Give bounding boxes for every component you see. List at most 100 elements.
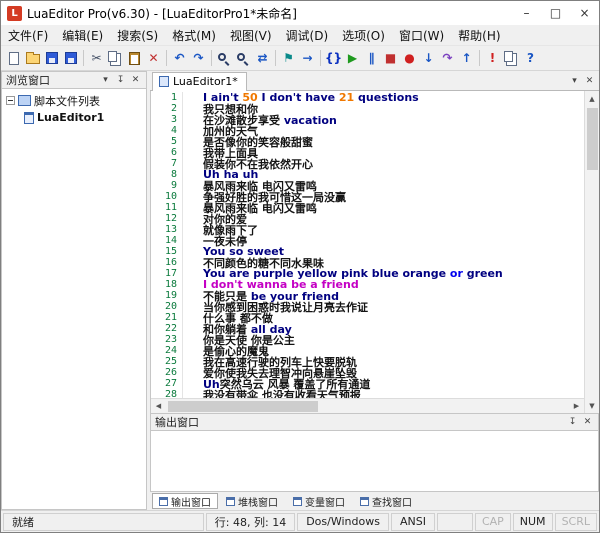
tree-root[interactable]: 脚本文件列表 (2, 92, 146, 109)
window-cascade-icon (504, 51, 513, 62)
save-icon (46, 52, 58, 64)
line-number: 10 (151, 191, 183, 202)
find-icon (218, 53, 226, 61)
new-file-icon[interactable] (4, 48, 23, 68)
menu-item[interactable]: 帮助(H) (451, 25, 507, 46)
delete-icon: ✕ (148, 52, 158, 64)
menu-item[interactable]: 文件(F) (1, 25, 55, 46)
menu-item[interactable]: 调试(D) (279, 25, 336, 46)
menu-item[interactable]: 搜索(S) (110, 25, 165, 46)
window-cascade-icon[interactable] (502, 48, 521, 68)
open-file-icon[interactable] (23, 48, 42, 68)
line-number: 26 (151, 367, 183, 378)
pin-icon[interactable]: ↧ (566, 416, 579, 429)
line-number: 17 (151, 268, 183, 279)
toolbar-separator (166, 50, 167, 66)
bottom-tab-label: 查找窗口 (372, 494, 412, 509)
menu-item[interactable]: 窗口(W) (392, 25, 451, 46)
toolbar-separator (83, 50, 84, 66)
scroll-left-icon[interactable]: ◀ (151, 399, 166, 414)
close-icon[interactable]: ✕ (581, 416, 594, 429)
pause-icon[interactable]: ∥ (362, 48, 381, 68)
status-line-ending: Dos/Windows (297, 513, 389, 531)
undo-icon[interactable]: ↶ (170, 48, 189, 68)
line-number: 7 (151, 158, 183, 169)
editor-tab[interactable]: LuaEditor1* (152, 72, 247, 91)
menu-item[interactable]: 编辑(E) (55, 25, 110, 46)
line-number: 20 (151, 301, 183, 312)
syntax-check-icon[interactable]: {} (324, 48, 343, 68)
find-icon[interactable] (215, 48, 234, 68)
close-icon[interactable]: ✕ (129, 74, 142, 87)
window-controls: – □ × (512, 1, 599, 25)
bottom-tab[interactable]: 变量窗口 (286, 493, 352, 509)
tree-root-label: 脚本文件列表 (34, 93, 100, 109)
find-next-icon[interactable] (234, 48, 253, 68)
script-list-icon (18, 95, 31, 106)
status-spacer (437, 513, 473, 531)
menu-item[interactable]: 格式(M) (165, 25, 223, 46)
status-cap: CAP (475, 513, 511, 531)
tab-close-icon[interactable]: ✕ (583, 74, 596, 87)
bottom-tab[interactable]: 堆栈窗口 (219, 493, 285, 509)
help-icon[interactable]: ? (521, 48, 540, 68)
menu-item[interactable]: 选项(O) (335, 25, 392, 46)
error-list-icon[interactable]: ! (483, 48, 502, 68)
bottom-tab[interactable]: 查找窗口 (353, 493, 419, 509)
horizontal-scrollbar[interactable]: ◀ ▶ (151, 398, 584, 413)
tab-list-icon[interactable]: ▾ (568, 74, 581, 87)
close-button[interactable]: × (570, 1, 599, 25)
paste-icon[interactable] (125, 48, 144, 68)
run-icon[interactable]: ▶ (343, 48, 362, 68)
cut-icon[interactable]: ✂ (87, 48, 106, 68)
step-out-icon[interactable]: ↑ (457, 48, 476, 68)
scroll-up-icon[interactable]: ▲ (585, 91, 600, 106)
tree-children: LuaEditor1 (2, 109, 146, 126)
replace-icon[interactable]: ⇄ (253, 48, 272, 68)
line-number: 4 (151, 125, 183, 136)
save-all-icon[interactable] (61, 48, 80, 68)
lua-file-icon (159, 76, 169, 87)
goto-line-icon: → (302, 52, 312, 64)
redo-icon[interactable]: ↷ (189, 48, 208, 68)
bottom-tab[interactable]: 输出窗口 (152, 493, 218, 509)
line-number: 22 (151, 323, 183, 334)
minimize-button[interactable]: – (512, 1, 541, 25)
editor-lines[interactable]: 1I ain't 50 I don't have 21 questions2我只… (151, 91, 584, 398)
line-number: 2 (151, 103, 183, 114)
save-icon[interactable] (42, 48, 61, 68)
vertical-scrollbar[interactable]: ▲ ▼ (584, 91, 599, 413)
delete-icon[interactable]: ✕ (144, 48, 163, 68)
window-icon (293, 497, 302, 506)
stop-icon[interactable]: ■ (381, 48, 400, 68)
status-ready: 就绪 (3, 513, 204, 531)
copy-icon[interactable] (106, 48, 125, 68)
window-icon (159, 497, 168, 506)
app-window: L LuaEditor Pro(v6.30) - [LuaEditorPro1*… (0, 0, 600, 533)
window-title: LuaEditor Pro(v6.30) - [LuaEditorPro1*未命… (27, 5, 297, 22)
browse-panel-title: 浏览窗口 (6, 72, 50, 88)
goto-line-icon[interactable]: → (298, 48, 317, 68)
redo-icon: ↷ (193, 52, 203, 64)
tab-bar-buttons: ▾ ✕ (568, 74, 599, 90)
line-number: 27 (151, 378, 183, 389)
bookmark-icon[interactable]: ⚑ (279, 48, 298, 68)
editor-tab-bar: LuaEditor1* ▾ ✕ (150, 71, 599, 91)
scrollbar-thumb[interactable] (168, 401, 318, 412)
pin-icon[interactable]: ↧ (114, 74, 127, 87)
undo-icon: ↶ (174, 52, 184, 64)
maximize-button[interactable]: □ (541, 1, 570, 25)
collapse-icon[interactable] (6, 96, 15, 105)
scrollbar-thumb[interactable] (587, 108, 598, 170)
scroll-right-icon[interactable]: ▶ (569, 399, 584, 414)
step-over-icon[interactable]: ↷ (438, 48, 457, 68)
breakpoint-icon[interactable]: ● (400, 48, 419, 68)
menu-item[interactable]: 视图(V) (223, 25, 279, 46)
scroll-down-icon[interactable]: ▼ (585, 398, 600, 413)
tree-item[interactable]: LuaEditor1 (2, 109, 146, 126)
main-area: 浏览窗口 ▾ ↧ ✕ 脚本文件列表 LuaEditor1 (1, 71, 599, 510)
chevron-down-icon[interactable]: ▾ (99, 74, 112, 87)
line-number: 6 (151, 147, 183, 158)
window-icon (226, 497, 235, 506)
step-into-icon[interactable]: ↓ (419, 48, 438, 68)
